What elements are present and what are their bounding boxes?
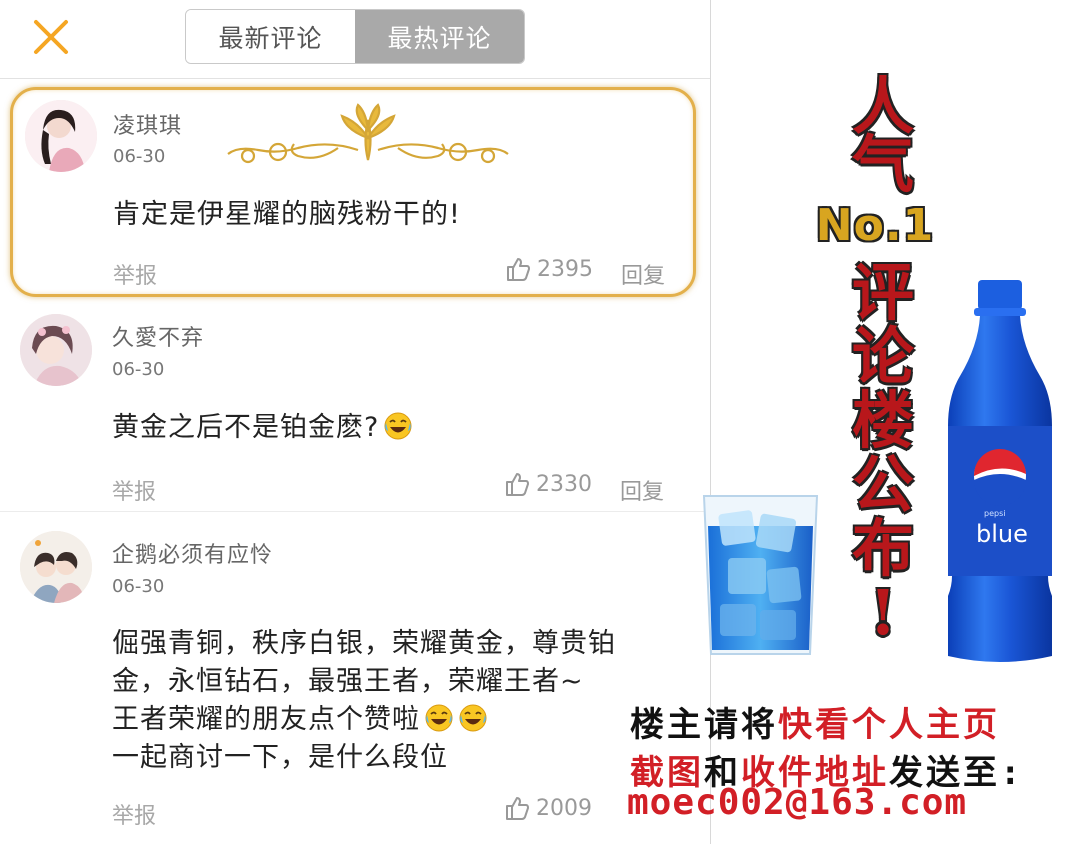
- comment-date: 06-30: [112, 576, 165, 597]
- tab-latest-comments[interactable]: 最新评论: [186, 10, 355, 63]
- report-button[interactable]: 举报: [113, 258, 157, 290]
- like-button[interactable]: 2009: [504, 795, 592, 821]
- comment-text: 黄金之后不是铂金麽?: [112, 409, 413, 447]
- promo-instruction-line-1: 楼主请将快看个人主页: [630, 697, 1000, 746]
- promo-title-char: 评: [851, 256, 914, 329]
- blue-drink-glass-image: [702, 495, 819, 655]
- report-button[interactable]: 举报: [112, 474, 156, 506]
- comment-item: 凌琪琪 06-30 肯定是伊星耀的脑残粉干的! 举报 2395 回复: [10, 87, 696, 297]
- avatar[interactable]: [20, 531, 92, 603]
- like-count: 2395: [537, 256, 593, 282]
- comment-text: 倔强青铜，秩序白银，荣耀黄金，尊贵铂 金，永恒钻石，最强王者，荣耀王者~ 王者荣…: [112, 625, 616, 777]
- comment-text-line: 一起商讨一下，是什么段位: [112, 742, 448, 773]
- comment-feed-panel: 最新评论 最热评论 凌琪琪 06-30 肯定是伊星耀的脑残粉干的! 举报 239…: [0, 0, 711, 844]
- promo-rank-label: No.1: [815, 200, 935, 251]
- comment-item: 久愛不弃 06-30 黄金之后不是铂金麽? 举报 2330 回复: [0, 298, 710, 512]
- promo-title-char: 公: [851, 448, 914, 521]
- laughing-tears-emoji-icon: [459, 704, 487, 732]
- close-icon[interactable]: [30, 16, 72, 58]
- comment-date: 06-30: [112, 359, 165, 380]
- contact-email[interactable]: moec002@163.com: [627, 782, 967, 823]
- promo-text-red: 快看个人主页: [778, 705, 1000, 745]
- comment-text-line: 王者荣耀的朋友点个赞啦: [112, 701, 616, 739]
- top-bar: 最新评论 最热评论: [0, 0, 710, 79]
- promo-title-char: !: [869, 576, 897, 649]
- comment-username[interactable]: 凌琪琪: [113, 108, 182, 140]
- like-count: 2009: [536, 795, 592, 821]
- promo-title-char: 布: [851, 512, 914, 585]
- avatar[interactable]: [20, 314, 92, 386]
- comment-text-line: 肯定是伊星耀的脑残粉干的!: [113, 199, 461, 230]
- thumbs-up-icon: [506, 797, 529, 820]
- comment-text-line: 倔强青铜，秩序白银，荣耀黄金，尊贵铂: [112, 628, 616, 659]
- comment-text-line: 金，永恒钻石，最强王者，荣耀王者~: [112, 666, 584, 697]
- pepsi-blue-bottle-image: pepsi blue: [948, 280, 1052, 662]
- promo-text-black: 楼主请将: [630, 705, 778, 745]
- bottle-label-text: blue: [976, 520, 1028, 548]
- comment-username[interactable]: 企鹅必须有应怜: [112, 537, 273, 569]
- comment-text: 肯定是伊星耀的脑残粉干的!: [113, 196, 461, 234]
- reply-button[interactable]: 回复: [620, 474, 664, 506]
- like-count: 2330: [536, 471, 592, 497]
- like-button[interactable]: 2395: [505, 256, 593, 282]
- like-button[interactable]: 2330: [504, 471, 592, 497]
- reply-button[interactable]: 回复: [621, 258, 665, 290]
- promo-title-char: 楼: [851, 384, 914, 457]
- comment-item: 企鹅必须有应怜 06-30 倔强青铜，秩序白银，荣耀黄金，尊贵铂 金，永恒钻石，…: [0, 513, 710, 844]
- promo-title-char: 气: [851, 128, 914, 201]
- tab-hot-comments[interactable]: 最热评论: [355, 10, 524, 63]
- comment-date: 06-30: [113, 146, 166, 167]
- gold-ornament-icon: [227, 103, 509, 164]
- laughing-tears-emoji-icon: [425, 704, 453, 732]
- bottle-brand-text: pepsi: [984, 509, 1005, 518]
- comment-sort-tabs: 最新评论 最热评论: [185, 9, 525, 64]
- avatar[interactable]: [25, 100, 97, 172]
- promo-title-char: 论: [851, 320, 914, 393]
- comment-text-line: 黄金之后不是铂金麽?: [112, 409, 413, 447]
- laughing-tears-emoji-icon: [384, 412, 412, 440]
- comment-username[interactable]: 久愛不弃: [112, 320, 204, 352]
- report-button[interactable]: 举报: [112, 798, 156, 830]
- thumbs-up-icon: [507, 258, 530, 281]
- thumbs-up-icon: [506, 473, 529, 496]
